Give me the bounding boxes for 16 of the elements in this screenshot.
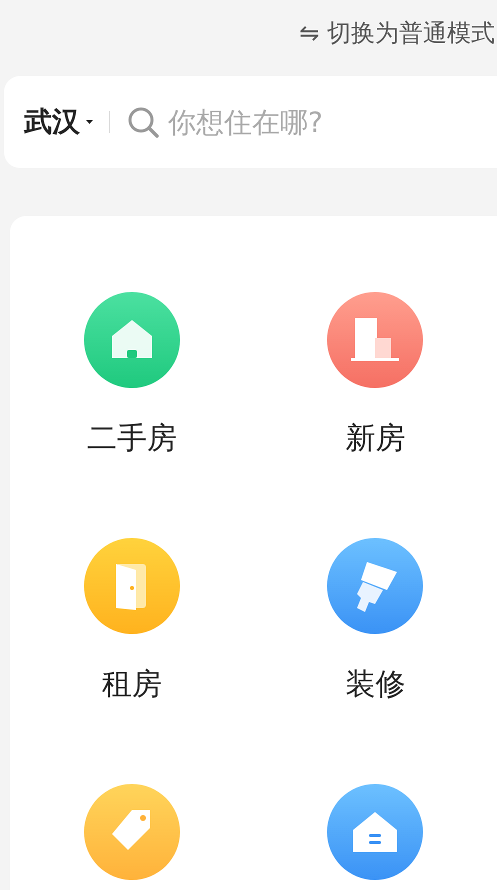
building-icon[interactable] [327, 292, 424, 388]
tag-icon[interactable] [84, 784, 180, 880]
search-icon [126, 105, 160, 139]
search-field[interactable]: 你想住在哪? [166, 104, 497, 140]
house-icon[interactable] [84, 292, 180, 388]
caret-icon [86, 120, 93, 124]
service-label[interactable]: 装修 [345, 664, 406, 705]
door-icon[interactable] [84, 538, 180, 634]
home-icon[interactable] [327, 784, 424, 880]
service-label[interactable]: 新房 [345, 418, 406, 459]
mode-switch-button[interactable]: ⇋ 切换为普通模式 [299, 17, 497, 49]
search-bar[interactable]: 武汉 你想住在哪? [4, 76, 497, 168]
service-label[interactable]: 租房 [102, 664, 162, 705]
service-label[interactable]: 二手房 [86, 418, 177, 459]
city-selector[interactable]: 武汉 [24, 103, 80, 141]
brush-icon[interactable] [327, 538, 424, 634]
